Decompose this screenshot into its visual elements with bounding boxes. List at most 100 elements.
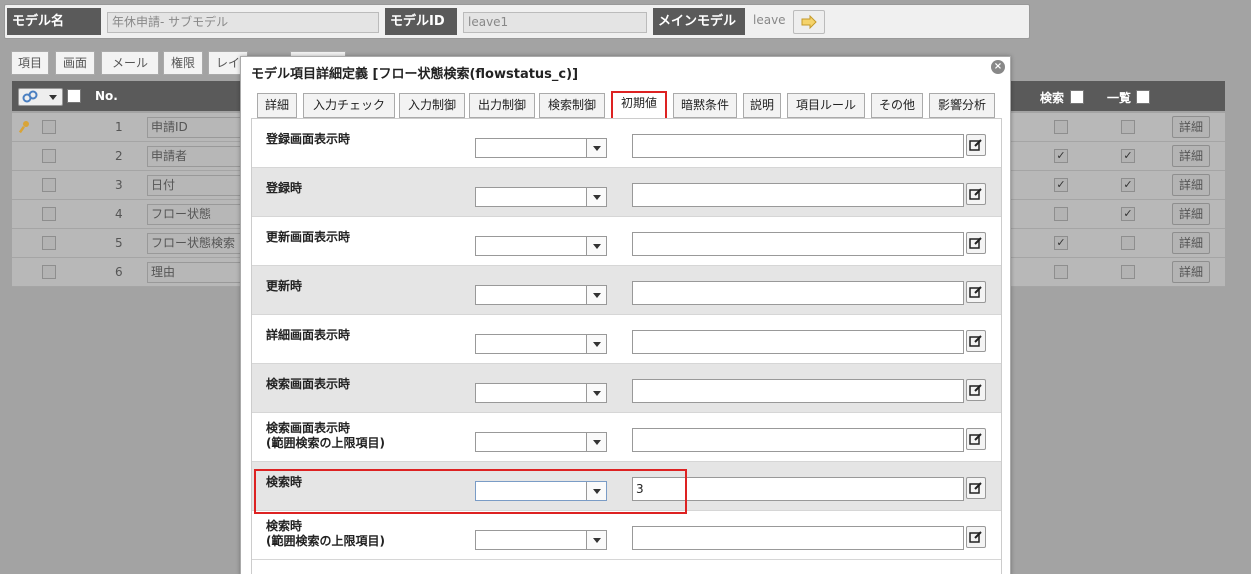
value-input[interactable] [632,330,964,354]
row-number: 6 [115,265,123,279]
model-header: モデル名 年休申請- サブモデル モデルID leave1 メインモデル lea… [4,4,1030,39]
field-label: 登録時 [266,181,303,195]
value-input[interactable] [632,379,964,403]
tab-search-control[interactable]: 検索制御 [539,93,605,118]
search-checkbox[interactable]: ✓ [1054,149,1068,163]
list-checkbox[interactable]: ✓ [1121,149,1135,163]
row-checkbox[interactable] [42,149,56,163]
select-all-checkbox[interactable] [67,89,81,103]
search-checkbox[interactable] [1054,265,1068,279]
column-settings-button[interactable] [18,88,63,106]
list-checkbox[interactable]: ✓ [1121,207,1135,221]
tab-implicit-condition[interactable]: 暗黙条件 [673,93,737,118]
row-name-field[interactable]: 申請ID [147,117,242,138]
row-name-field[interactable]: フロー状態検索 [147,233,242,254]
tab-impact-analysis[interactable]: 影響分析 [929,93,995,118]
row-name-field[interactable]: 申請者 [147,146,242,167]
value-type-select[interactable] [475,383,607,403]
value-input[interactable] [632,428,964,452]
field-label: 検索画面表示時 (範囲検索の上限項目) [266,421,385,450]
edit-icon[interactable] [966,330,986,352]
list-all-checkbox[interactable] [1136,90,1150,104]
detail-button[interactable]: 詳細 [1172,203,1210,225]
model-id-label: モデルID [385,8,457,35]
close-icon[interactable]: × [991,60,1005,74]
edit-icon[interactable] [966,428,986,450]
row-checkbox[interactable] [42,178,56,192]
value-type-select[interactable] [475,432,607,452]
tab-detail[interactable]: 詳細 [257,93,297,118]
bg-tab-items[interactable]: 項目 [11,51,49,75]
edit-icon[interactable] [966,134,986,156]
row-name-field[interactable]: 理由 [147,262,242,283]
field-label: 登録画面表示時 [266,132,351,146]
field-row-search-upper: 検索時 (範囲検索の上限項目) [252,511,1001,560]
detail-button[interactable]: 詳細 [1172,116,1210,138]
bg-tab-permission[interactable]: 権限 [163,51,203,75]
row-number: 5 [115,236,123,250]
row-name-field[interactable]: フロー状態 [147,204,242,225]
value-type-select[interactable] [475,530,607,550]
list-checkbox[interactable] [1121,265,1135,279]
field-label: 検索時 (範囲検索の上限項目) [266,519,385,548]
model-id-field[interactable]: leave1 [463,12,647,33]
highlight-box [254,469,687,514]
tab-initial-value[interactable]: 初期値 [611,91,667,120]
chevron-down-icon [586,139,606,157]
value-input[interactable] [632,183,964,207]
tab-input-check[interactable]: 入力チェック [303,93,395,118]
value-type-select[interactable] [475,138,607,158]
value-input[interactable] [632,232,964,256]
field-label: 更新時 [266,279,303,293]
search-checkbox[interactable] [1054,120,1068,134]
edit-icon[interactable] [966,232,986,254]
value-type-select[interactable] [475,236,607,256]
edit-icon[interactable] [966,379,986,401]
detail-button[interactable]: 詳細 [1172,174,1210,196]
row-name-field[interactable]: 日付 [147,175,242,196]
goto-main-model-button[interactable] [793,10,825,34]
search-checkbox[interactable]: ✓ [1054,236,1068,250]
bg-tab-screen[interactable]: 画面 [55,51,95,75]
key-icon [19,121,29,134]
row-checkbox[interactable] [42,207,56,221]
detail-button[interactable]: 詳細 [1172,232,1210,254]
value-input[interactable] [632,281,964,305]
bg-tab-mail[interactable]: メール [101,51,159,75]
chevron-down-icon [586,188,606,206]
detail-button[interactable]: 詳細 [1172,145,1210,167]
model-name-field[interactable]: 年休申請- サブモデル [107,12,379,33]
list-checkbox[interactable]: ✓ [1121,178,1135,192]
field-row-search-display: 検索画面表示時 [252,364,1001,413]
edit-icon[interactable] [966,281,986,303]
tab-input-control[interactable]: 入力制御 [399,93,465,118]
chevron-down-icon [586,531,606,549]
chevron-down-icon [49,95,57,100]
edit-icon[interactable] [966,477,986,499]
main-model-value: leave [753,13,786,27]
search-checkbox[interactable] [1054,207,1068,221]
list-checkbox[interactable] [1121,120,1135,134]
search-checkbox[interactable]: ✓ [1054,178,1068,192]
value-type-select[interactable] [475,187,607,207]
value-input[interactable] [632,134,964,158]
list-checkbox[interactable] [1121,236,1135,250]
chevron-down-icon [586,286,606,304]
value-type-select[interactable] [475,285,607,305]
edit-icon[interactable] [966,183,986,205]
dialog-title: モデル項目詳細定義 [フロー状態検索(flowstatus_c)] [251,67,579,82]
chevron-down-icon [586,384,606,402]
field-row-update-display: 更新画面表示時 [252,217,1001,266]
row-checkbox[interactable] [42,236,56,250]
tab-item-rule[interactable]: 項目ルール [787,93,865,118]
value-input[interactable] [632,526,964,550]
tab-output-control[interactable]: 出力制御 [469,93,535,118]
row-checkbox[interactable] [42,120,56,134]
value-type-select[interactable] [475,334,607,354]
detail-button[interactable]: 詳細 [1172,261,1210,283]
search-all-checkbox[interactable] [1070,90,1084,104]
tab-other[interactable]: その他 [871,93,923,118]
edit-icon[interactable] [966,526,986,548]
tab-description[interactable]: 説明 [743,93,781,118]
row-checkbox[interactable] [42,265,56,279]
